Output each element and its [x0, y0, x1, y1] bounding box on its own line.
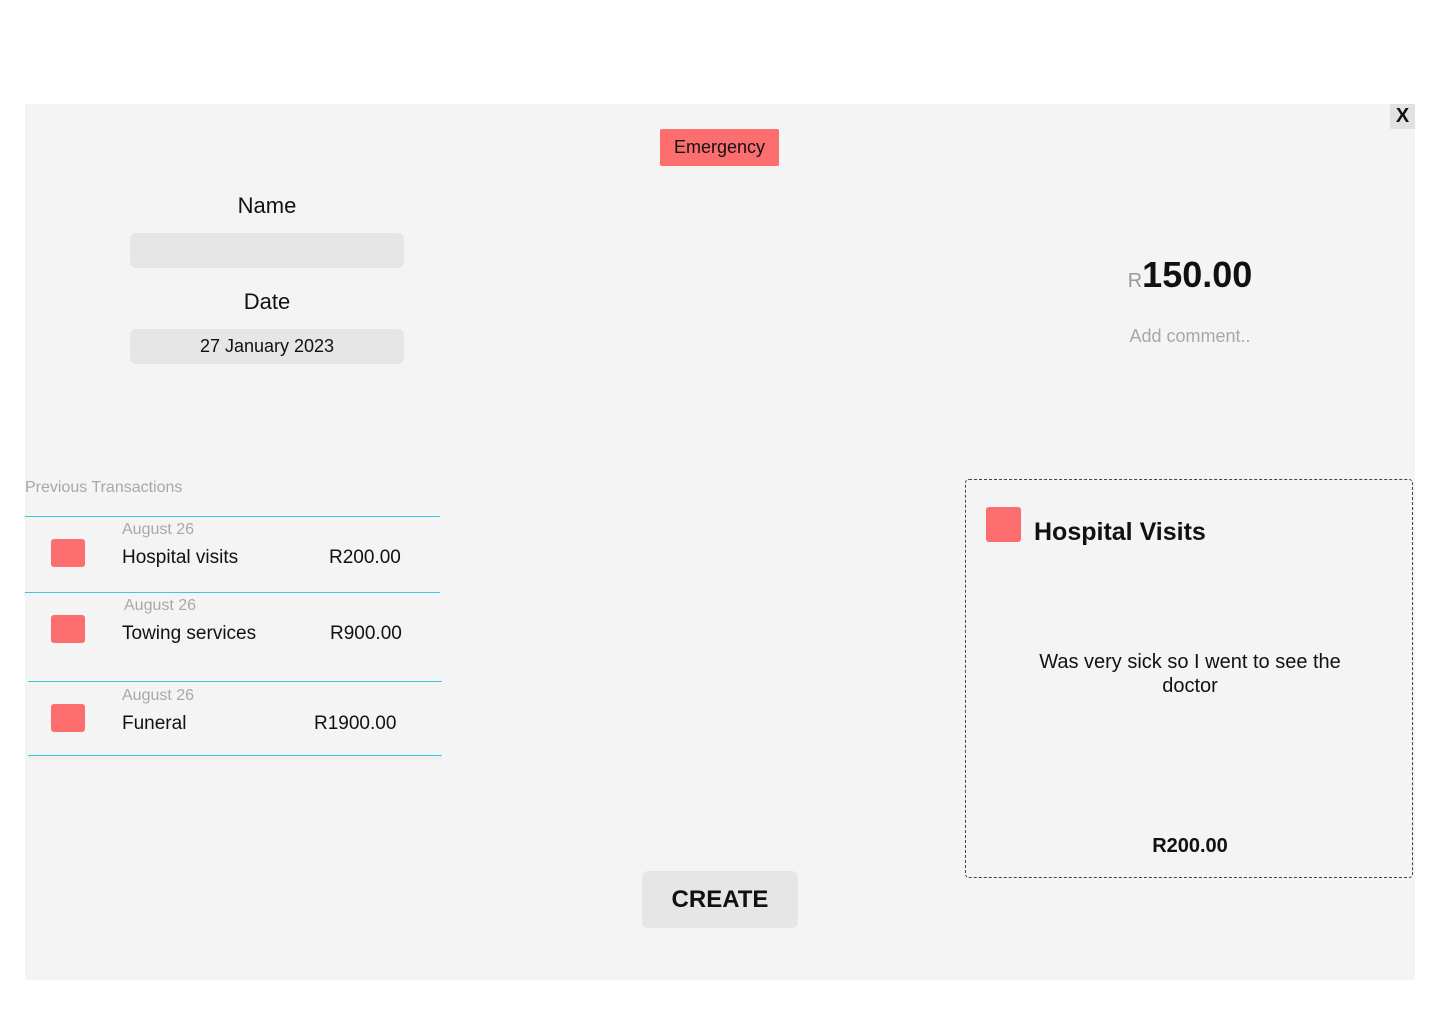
transaction-name: Hospital visits — [122, 547, 239, 568]
comment-input[interactable]: Add comment.. — [1065, 326, 1315, 347]
transaction-row[interactable]: August 26 Hospital visits R200.00 — [25, 516, 440, 592]
date-input[interactable]: 27 January 2023 — [130, 329, 404, 364]
transaction-date: August 26 — [122, 687, 195, 704]
category-color-swatch — [986, 507, 1021, 542]
transaction-amount: R1900.00 — [314, 713, 397, 734]
detail-description: Was very sick so I went to see the docto… — [1039, 651, 1341, 697]
transaction-amount: R200.00 — [329, 547, 401, 568]
date-label: Date — [243, 289, 291, 314]
transaction-detail-card: Hospital Visits Was very sick so I went … — [965, 479, 1413, 878]
transaction-modal: X Emergency Name Date 27 January 2023 R1… — [25, 104, 1415, 980]
category-tag[interactable]: Emergency — [660, 129, 779, 166]
detail-amount: R200.00 — [1152, 835, 1228, 857]
detail-title: Hospital Visits — [1034, 518, 1206, 546]
close-button[interactable]: X — [1390, 104, 1415, 129]
name-label: Name — [237, 193, 297, 218]
category-color-swatch — [51, 539, 85, 567]
category-color-swatch — [51, 704, 85, 732]
amount-value: 150.00 — [1142, 254, 1253, 295]
transaction-name: Funeral — [122, 713, 187, 734]
transaction-row[interactable]: August 26 Towing services R900.00 — [25, 592, 440, 681]
list-divider — [28, 755, 442, 756]
amount-display[interactable]: R150.00 — [1065, 254, 1315, 296]
currency-symbol: R — [1127, 270, 1143, 292]
transaction-row[interactable]: August 26 Funeral R1900.00 — [28, 681, 442, 755]
name-input[interactable] — [130, 233, 404, 268]
transaction-date: August 26 — [124, 597, 197, 614]
transaction-name: Towing services — [122, 623, 257, 644]
category-color-swatch — [51, 615, 85, 643]
previous-transactions-heading: Previous Transactions — [25, 479, 183, 496]
create-button[interactable]: CREATE — [642, 871, 798, 928]
transaction-amount: R900.00 — [330, 623, 402, 644]
transaction-date: August 26 — [122, 521, 195, 538]
